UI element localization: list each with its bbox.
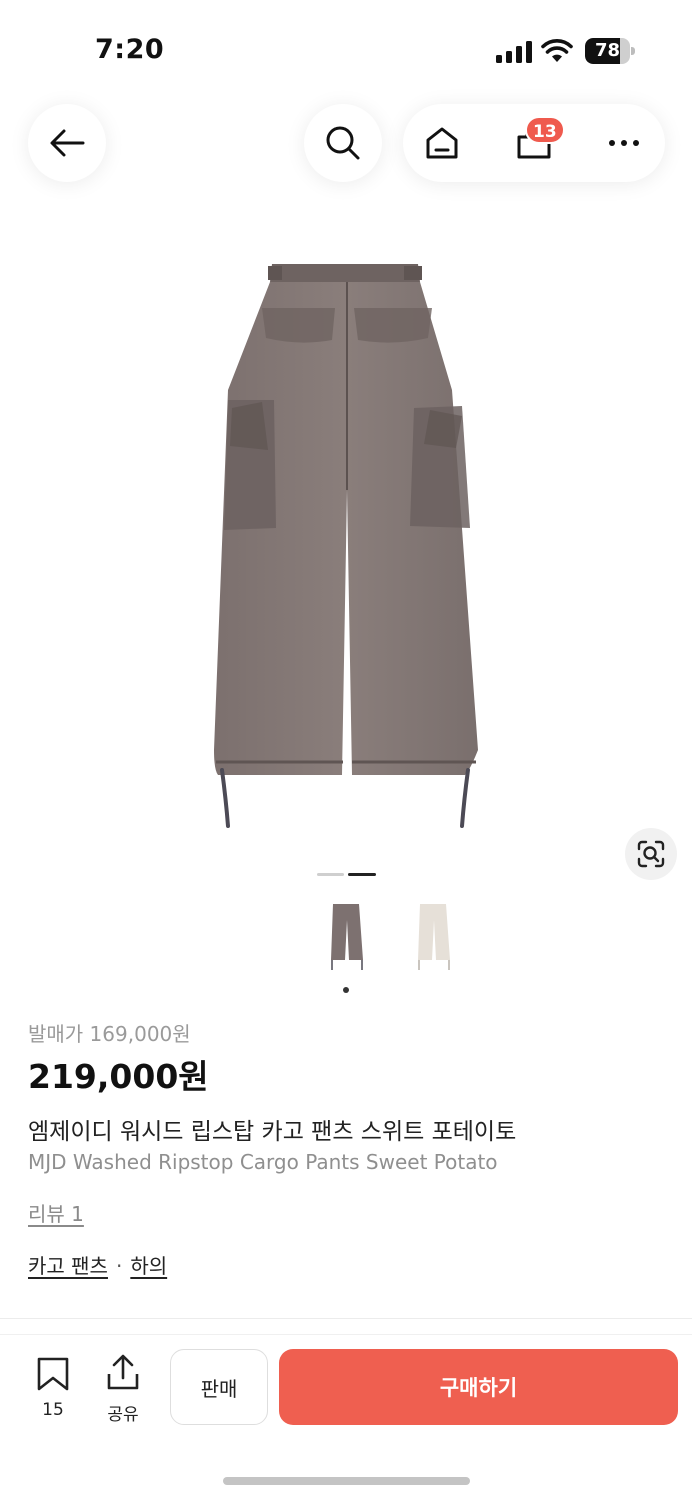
home-indicator bbox=[223, 1477, 470, 1485]
divider bbox=[0, 1318, 692, 1319]
bookmark-button[interactable]: 15 bbox=[28, 1354, 78, 1424]
category-breadcrumb: 카고 팬츠 · 하의 bbox=[28, 1250, 167, 1279]
battery-indicator: 78 bbox=[585, 38, 635, 64]
home-button[interactable] bbox=[407, 104, 477, 182]
arrow-left-icon bbox=[50, 129, 85, 157]
category-link-cargo-pants[interactable]: 카고 팬츠 bbox=[28, 1254, 108, 1278]
selected-thumbnail-dot bbox=[343, 987, 349, 993]
status-bar: 7:20 78 bbox=[0, 0, 692, 100]
search-icon bbox=[326, 126, 360, 160]
bottom-bar-divider bbox=[0, 1334, 692, 1335]
category-link-bottoms[interactable]: 하의 bbox=[130, 1254, 167, 1278]
back-button[interactable] bbox=[28, 104, 106, 182]
battery-level: 78 bbox=[594, 40, 621, 61]
more-dots-icon bbox=[609, 140, 639, 146]
buy-button[interactable]: 구매하기 bbox=[279, 1349, 678, 1425]
gallery-indicator-1 bbox=[317, 873, 344, 876]
cart-count-badge: 13 bbox=[525, 116, 565, 144]
product-title-korean: 엠제이디 워시드 립스탑 카고 팬츠 스위트 포테이토 bbox=[28, 1119, 517, 1145]
image-search-button[interactable] bbox=[625, 828, 677, 880]
color-thumbnail[interactable] bbox=[327, 900, 367, 976]
home-icon bbox=[426, 127, 458, 159]
product-image[interactable] bbox=[0, 230, 692, 850]
gallery-indicator-2 bbox=[348, 873, 376, 876]
color-thumbnail[interactable] bbox=[414, 900, 454, 976]
review-link[interactable]: 리뷰 1 bbox=[28, 1198, 84, 1227]
cellular-signal-icon bbox=[496, 41, 532, 63]
current-price: 219,000원 bbox=[28, 1057, 209, 1096]
category-separator: · bbox=[115, 1254, 123, 1278]
sell-button[interactable]: 판매 bbox=[170, 1349, 268, 1425]
release-price: 발매가 169,000원 bbox=[28, 1022, 191, 1046]
share-icon bbox=[107, 1354, 139, 1390]
bookmark-count: 15 bbox=[42, 1400, 64, 1420]
share-label: 공유 bbox=[107, 1405, 139, 1425]
share-button[interactable]: 공유 bbox=[98, 1354, 148, 1425]
status-time: 7:20 bbox=[95, 34, 165, 65]
search-button[interactable] bbox=[304, 104, 382, 182]
product-title-english: MJD Washed Ripstop Cargo Pants Sweet Pot… bbox=[28, 1150, 498, 1174]
wifi-icon bbox=[541, 39, 573, 62]
bookmark-icon bbox=[37, 1357, 69, 1391]
more-button[interactable] bbox=[589, 104, 659, 182]
image-search-icon bbox=[637, 840, 665, 868]
